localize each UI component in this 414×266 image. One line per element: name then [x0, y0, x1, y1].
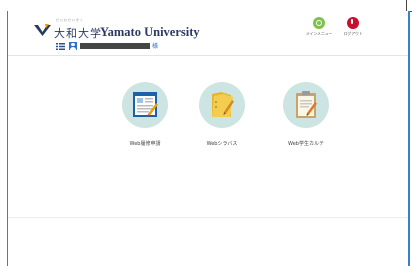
power-icon	[347, 17, 359, 29]
yamato-logo-icon	[34, 24, 51, 36]
logout-button[interactable]: ログアウト	[336, 17, 370, 41]
university-logo[interactable]: だいわだいがく 大和大学 Yamato University	[34, 18, 200, 42]
logo-en-text: Yamato University	[100, 24, 200, 39]
content-divider	[8, 217, 408, 218]
header: だいわだいがく 大和大学 Yamato University メインメニュー ロ…	[8, 11, 408, 55]
menu-item-label: Webシラバス	[206, 141, 238, 147]
main-menu-label: メインメニュー	[305, 31, 333, 36]
registration-icon	[122, 82, 168, 128]
syllabus-folder-icon	[199, 82, 245, 128]
hamburger-menu-icon[interactable]	[56, 43, 65, 50]
logo-jp-text: 大和大学	[54, 27, 102, 40]
logo-japanese: だいわだいがく 大和大学	[54, 18, 101, 42]
student-record-icon	[283, 82, 329, 128]
logout-label: ログアウト	[343, 31, 363, 36]
main-menu-button[interactable]: メインメニュー	[302, 17, 336, 41]
menu-item-registration[interactable]: Web履修申請	[115, 82, 175, 147]
menu-item-label: Web学生カルテ	[288, 141, 324, 147]
menu-item-syllabus[interactable]: Webシラバス	[192, 82, 252, 147]
user-honorific: 様	[152, 43, 159, 50]
menu-item-label: Web履修申請	[129, 141, 161, 147]
user-name-redacted: ██████████	[80, 43, 150, 49]
user-bar: ██████████ 様	[8, 40, 408, 52]
logo-ruby: だいわだいがく	[56, 18, 85, 22]
portal-frame: だいわだいがく 大和大学 Yamato University メインメニュー ロ…	[7, 11, 410, 266]
main-menu-icon	[313, 17, 325, 29]
header-divider	[8, 55, 408, 56]
menu-item-student-record[interactable]: Web学生カルテ	[276, 82, 336, 147]
user-avatar-icon	[69, 42, 77, 50]
